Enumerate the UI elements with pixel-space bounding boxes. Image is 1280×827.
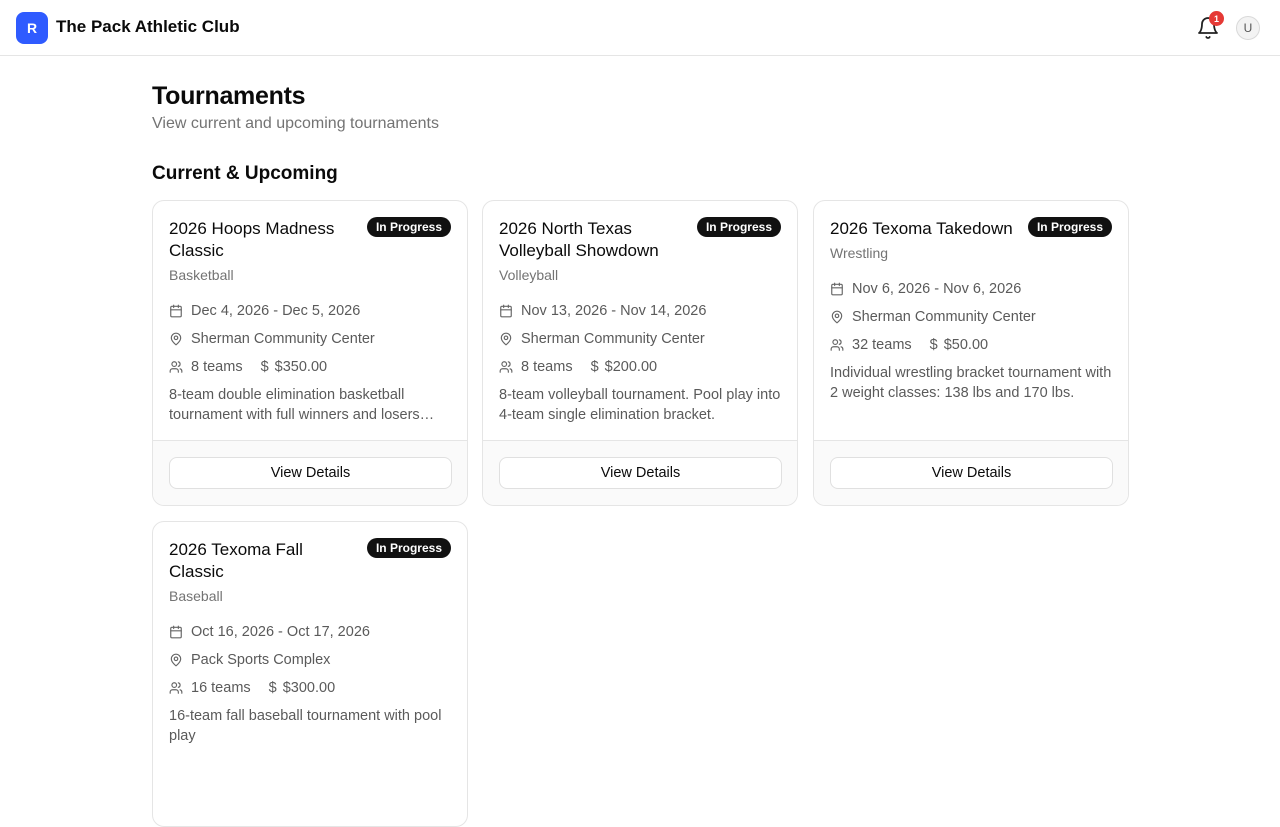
venue-row: Sherman Community Center	[169, 330, 375, 348]
tournament-sport: Wrestling	[830, 245, 889, 261]
page-title: Tournaments	[152, 82, 306, 110]
tournament-teams: 32 teams	[852, 337, 912, 353]
tournament-sport: Baseball	[169, 588, 223, 604]
view-details-button[interactable]: View Details	[830, 457, 1113, 489]
page-subtitle: View current and upcoming tournaments	[152, 115, 439, 132]
users-icon	[499, 361, 513, 373]
tournament-fee: $200.00	[604, 359, 658, 375]
tournament-card: 2026 Texoma Takedown In Progress Wrestli…	[813, 200, 1129, 506]
dollar-icon: $	[260, 359, 269, 375]
tournament-dates: Nov 13, 2026 - Nov 14, 2026	[521, 303, 707, 319]
tournament-dates: Dec 4, 2026 - Dec 5, 2026	[191, 303, 361, 319]
date-row: Nov 13, 2026 - Nov 14, 2026	[499, 302, 706, 320]
tournament-sport: Basketball	[169, 267, 234, 283]
tournament-fee: $50.00	[943, 337, 989, 353]
tournament-description: 16-team fall baseball tournament with po…	[169, 708, 442, 744]
teams-fee-row: 8 teams $ $200.00	[499, 358, 657, 376]
teams-fee-row: 8 teams $ $350.00	[169, 358, 327, 376]
tournament-venue: Sherman Community Center	[852, 309, 1036, 325]
map-pin-icon	[170, 653, 182, 667]
tournament-name: 2026 Hoops Madness Classic	[169, 219, 335, 260]
dollar-icon: $	[268, 680, 277, 696]
teams-fee-row: 32 teams $ $50.00	[830, 336, 988, 354]
card-footer: View Details	[153, 440, 467, 505]
tournament-card: 2026 Texoma Fall Classic In Progress Bas…	[152, 521, 468, 827]
card-footer: View Details	[483, 440, 797, 505]
date-row: Nov 6, 2026 - Nov 6, 2026	[830, 280, 1021, 298]
status-badge: In Progress	[366, 217, 451, 237]
teams-fee-row: 16 teams $ $300.00	[169, 679, 335, 697]
tournament-card: 2026 Hoops Madness Classic In Progress B…	[152, 200, 468, 506]
status-badge: In Progress	[696, 217, 781, 237]
tournament-dates: Nov 6, 2026 - Nov 6, 2026	[852, 281, 1022, 297]
tournament-sport: Volleyball	[499, 267, 559, 283]
date-row: Oct 16, 2026 - Oct 17, 2026	[169, 623, 370, 641]
dollar-icon: $	[929, 337, 938, 353]
calendar-icon	[170, 304, 182, 318]
tournament-description: 8-team double elimination basketball tou…	[169, 387, 420, 423]
view-details-button[interactable]: View Details	[169, 457, 452, 489]
users-icon	[830, 339, 844, 351]
tournament-name: 2026 Texoma Takedown	[830, 219, 1013, 238]
dollar-icon: $	[590, 359, 599, 375]
users-icon	[169, 361, 183, 373]
venue-row: Pack Sports Complex	[169, 651, 330, 669]
user-avatar[interactable]: U	[1236, 16, 1260, 40]
tournament-card: 2026 North Texas Volleyball Showdown In …	[482, 200, 798, 506]
status-badge: In Progress	[366, 538, 451, 558]
club-logo[interactable]: R	[16, 12, 48, 44]
status-badge: In Progress	[1027, 217, 1112, 237]
map-pin-icon	[170, 332, 182, 346]
tournament-fee: $350.00	[274, 359, 328, 375]
tournament-fee: $300.00	[282, 680, 336, 696]
venue-row: Sherman Community Center	[830, 308, 1036, 326]
tournament-teams: 16 teams	[191, 680, 251, 696]
calendar-icon	[170, 625, 182, 639]
map-pin-icon	[831, 310, 843, 324]
notification-count-badge: 1	[1209, 11, 1224, 26]
tournament-venue: Pack Sports Complex	[191, 652, 331, 668]
tournament-description: 8-team volleyball tournament. Pool play …	[499, 387, 781, 423]
tournament-venue: Sherman Community Center	[521, 331, 705, 347]
map-pin-icon	[500, 332, 512, 346]
section-title: Current & Upcoming	[152, 163, 338, 184]
tournament-name: 2026 North Texas Volleyball Showdown	[499, 219, 659, 260]
tournament-venue: Sherman Community Center	[191, 331, 375, 347]
calendar-icon	[831, 282, 843, 296]
calendar-icon	[500, 304, 512, 318]
venue-row: Sherman Community Center	[499, 330, 705, 348]
card-footer: View Details	[814, 440, 1128, 505]
view-details-button[interactable]: View Details	[499, 457, 782, 489]
tournament-name: 2026 Texoma Fall Classic	[169, 540, 303, 581]
date-row: Dec 4, 2026 - Dec 5, 2026	[169, 302, 360, 320]
tournament-teams: 8 teams	[191, 359, 243, 375]
club-name[interactable]: The Pack Athletic Club	[56, 17, 240, 37]
tournament-teams: 8 teams	[521, 359, 573, 375]
tournament-description: Individual wrestling bracket tournament …	[830, 365, 1112, 401]
top-navigation-bar: R The Pack Athletic Club 1 U	[0, 0, 1280, 56]
users-icon	[169, 682, 183, 694]
tournament-dates: Oct 16, 2026 - Oct 17, 2026	[191, 624, 370, 640]
